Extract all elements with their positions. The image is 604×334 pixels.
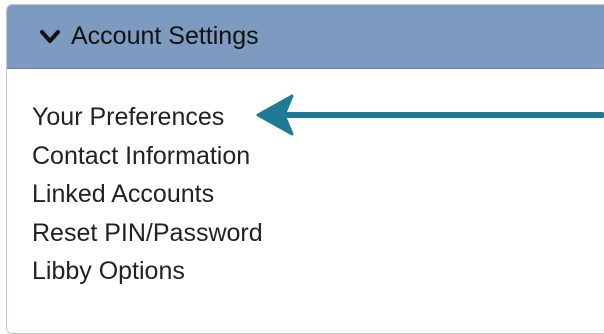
menu-item-your-preferences[interactable]: Your Preferences xyxy=(32,98,263,137)
menu-item-linked-accounts[interactable]: Linked Accounts xyxy=(32,175,263,214)
menu-item-reset-pin-password[interactable]: Reset PIN/Password xyxy=(32,214,263,253)
arrow-left-icon xyxy=(256,94,604,136)
account-settings-menu: Your Preferences Contact Information Lin… xyxy=(32,98,263,291)
menu-item-libby-options[interactable]: Libby Options xyxy=(32,252,263,291)
chevron-down-icon xyxy=(39,29,61,45)
account-settings-title: Account Settings xyxy=(71,22,259,50)
menu-item-contact-information[interactable]: Contact Information xyxy=(32,137,263,176)
account-settings-header[interactable]: Account Settings xyxy=(7,5,604,69)
